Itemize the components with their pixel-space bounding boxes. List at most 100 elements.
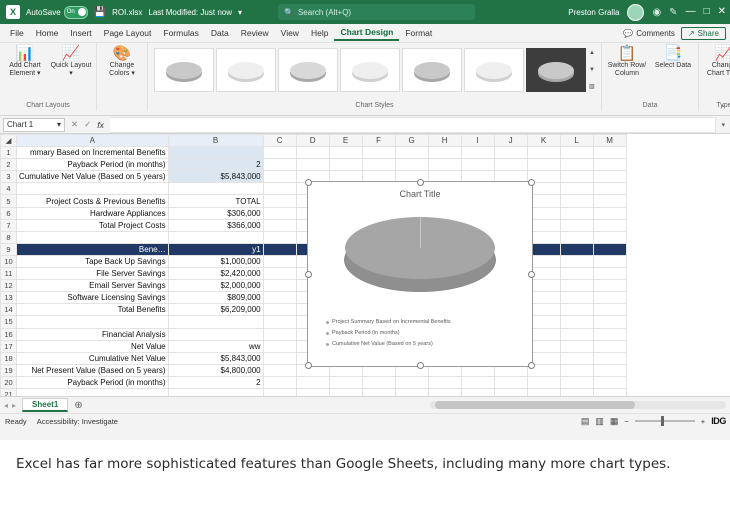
cell-A4[interactable]: [16, 182, 169, 196]
enter-icon[interactable]: ✓: [84, 119, 91, 130]
chart-style-thumb-4[interactable]: [340, 48, 400, 92]
cell-B5[interactable]: TOTAL: [167, 194, 264, 208]
quick-layout-button[interactable]: 📈 Quick Layout ▾: [50, 46, 92, 78]
avatar[interactable]: [627, 3, 645, 21]
tab-help[interactable]: Help: [305, 26, 334, 40]
chart-style-thumb-2[interactable]: [216, 48, 276, 92]
col-header-E[interactable]: E: [328, 134, 363, 148]
col-header-K[interactable]: K: [526, 134, 561, 148]
cell-A12[interactable]: Email Server Savings: [16, 279, 169, 293]
table-row[interactable]: 1 mmary Based on Incremental Benefits: [0, 146, 627, 160]
row-header[interactable]: 8: [0, 230, 17, 244]
gallery-scroll-down-icon[interactable]: ▼: [589, 66, 595, 74]
comments-button[interactable]: 💬 Comments: [623, 29, 675, 38]
row-header[interactable]: 19: [0, 363, 17, 377]
col-header-I[interactable]: I: [460, 134, 495, 148]
horizontal-scrollbar-thumb[interactable]: [435, 401, 635, 409]
row-header[interactable]: 4: [0, 182, 17, 196]
cell-B13[interactable]: $809,000: [167, 291, 264, 305]
sheet-nav-arrows[interactable]: ◂ ▸: [4, 401, 16, 410]
insert-function-icon[interactable]: fx: [97, 120, 104, 130]
row-header[interactable]: 10: [0, 254, 17, 269]
cell-A18[interactable]: Cumulative Net Value: [16, 351, 169, 365]
tab-page-layout[interactable]: Page Layout: [98, 26, 158, 40]
tab-insert[interactable]: Insert: [64, 26, 97, 40]
select-data-button[interactable]: 📑 Select Data: [652, 46, 694, 70]
row-header[interactable]: 21: [0, 387, 17, 396]
cell-A17[interactable]: Net Value: [16, 339, 169, 353]
cell-B9[interactable]: y1: [167, 242, 264, 256]
chart-style-thumb-5[interactable]: [402, 48, 462, 92]
horizontal-scrollbar[interactable]: [430, 401, 726, 409]
cell-A21[interactable]: [16, 387, 169, 396]
worksheet-area[interactable]: ◢ A B C D E F G H I J K L M 1 mmary Based…: [0, 134, 730, 396]
close-button[interactable]: ✕: [718, 7, 726, 17]
col-header-L[interactable]: L: [559, 134, 594, 148]
tab-chart-design[interactable]: Chart Design: [334, 25, 400, 41]
sheet-nav-last-icon[interactable]: ▸: [12, 401, 16, 410]
resize-handle-middle-right[interactable]: [528, 271, 535, 278]
sheet-tab-sheet1[interactable]: Sheet1: [22, 398, 69, 412]
cell-B3[interactable]: $5,843,000: [167, 170, 264, 184]
minimize-button[interactable]: —: [686, 7, 696, 17]
search-box[interactable]: 🔍 Search (Alt+Q): [278, 4, 475, 20]
gallery-expand-icon[interactable]: ▧: [589, 83, 595, 91]
chart-style-thumb-3[interactable]: [278, 48, 338, 92]
cell-B14[interactable]: $6,209,000: [167, 303, 264, 317]
cell-A6[interactable]: Hardware Appliances: [16, 206, 169, 220]
select-all-corner[interactable]: ◢: [0, 134, 17, 148]
cell-A2[interactable]: Payback Period (in months): [16, 158, 169, 172]
col-header-M[interactable]: M: [592, 134, 627, 148]
autosave-toggle[interactable]: On: [63, 5, 88, 19]
cancel-icon[interactable]: ✕: [71, 119, 78, 130]
ribbon-collapse-icon[interactable]: ⌃: [719, 104, 726, 113]
col-header-C[interactable]: C: [262, 134, 297, 148]
cell-B10[interactable]: $1,000,000: [167, 254, 264, 269]
col-header-B[interactable]: B: [167, 134, 264, 148]
change-colors-button[interactable]: 🎨 Change Colors ▾: [101, 46, 143, 78]
row-header[interactable]: 9: [0, 242, 17, 256]
cell-A16[interactable]: Financial Analysis: [16, 327, 169, 341]
gallery-scroll-controls[interactable]: ▲ ▼ ▧: [589, 49, 595, 91]
sheet-nav-first-icon[interactable]: ◂: [4, 401, 8, 410]
row-header[interactable]: 20: [0, 375, 17, 389]
tab-file[interactable]: File: [4, 26, 30, 40]
chart-object[interactable]: Chart Title Project Summary Based on Inc…: [305, 179, 535, 369]
col-header-H[interactable]: H: [427, 134, 462, 148]
add-chart-element-button[interactable]: 📊 Add Chart Element ▾: [4, 46, 46, 78]
table-row[interactable]: 21: [0, 387, 627, 396]
row-header[interactable]: 3: [0, 170, 17, 184]
save-icon[interactable]: 💾: [94, 7, 106, 18]
col-header-J[interactable]: J: [493, 134, 528, 148]
row-header[interactable]: 1: [0, 146, 17, 160]
file-chevron-icon[interactable]: ▾: [238, 8, 242, 17]
chart-legend[interactable]: Project Summary Based on Incremental Ben…: [308, 317, 532, 350]
row-header[interactable]: 18: [0, 351, 17, 365]
chart-style-thumb-6[interactable]: [464, 48, 524, 92]
row-header[interactable]: 11: [0, 267, 17, 281]
cell-B15[interactable]: [167, 315, 264, 329]
cell-B2[interactable]: 2: [167, 158, 264, 172]
row-header[interactable]: 17: [0, 339, 17, 353]
autosave-control[interactable]: AutoSave On: [26, 5, 88, 19]
zoom-out-button[interactable]: −: [624, 417, 628, 426]
cell-A10[interactable]: Tape Back Up Savings: [16, 254, 169, 269]
resize-handle-top-center[interactable]: [417, 179, 424, 186]
chart-style-thumb-7[interactable]: [526, 48, 586, 92]
zoom-slider-handle[interactable]: [660, 416, 664, 426]
formula-input[interactable]: [109, 116, 717, 133]
cell-A13[interactable]: Software Licensing Savings: [16, 291, 169, 305]
tab-format[interactable]: Format: [399, 26, 438, 40]
view-normal-button[interactable]: ▤: [581, 416, 590, 427]
cell-A19[interactable]: Net Present Value (Based on 5 years): [16, 363, 169, 377]
row-header[interactable]: 2: [0, 158, 17, 172]
cell-B20[interactable]: 2: [167, 375, 264, 389]
add-sheet-button[interactable]: ⊕: [74, 400, 82, 411]
cell-A14[interactable]: Total Benefits: [16, 303, 169, 317]
cell-A7[interactable]: Total Project Costs: [16, 218, 169, 232]
filename-label[interactable]: ROI.xlsx: [112, 8, 142, 17]
row-header[interactable]: 14: [0, 303, 17, 317]
row-header[interactable]: 12: [0, 279, 17, 293]
chart-style-thumb-1[interactable]: [154, 48, 214, 92]
formula-expand-icon[interactable]: ▾: [716, 121, 730, 129]
